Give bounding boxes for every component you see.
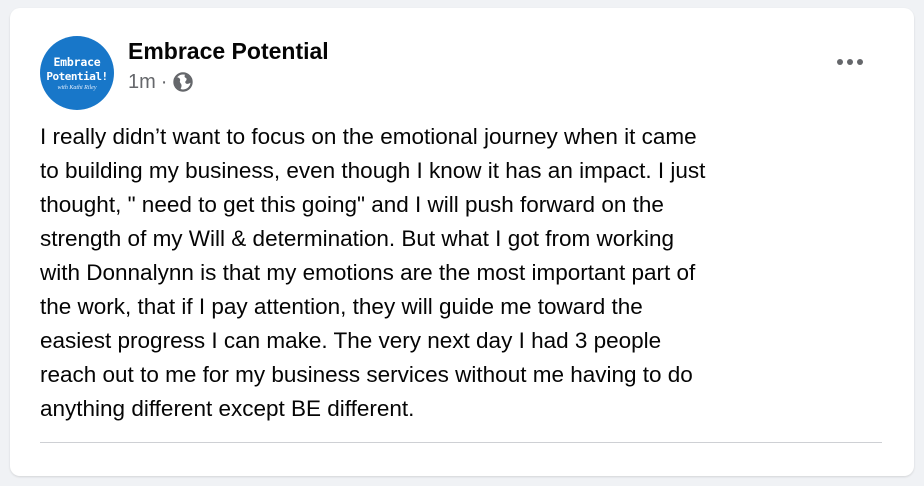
avatar-logo-text-line3: with Kathi Riley — [57, 85, 97, 91]
avatar-logo-text-line2: Potential! — [46, 70, 108, 83]
avatar-logo-text-line1: Embrace — [53, 55, 101, 69]
post-meta: 1m · — [128, 70, 194, 94]
avatar[interactable]: Embrace Potential! with Kathi Riley — [40, 36, 114, 110]
more-options-icon — [837, 59, 863, 65]
divider — [40, 442, 882, 443]
more-options-button[interactable] — [828, 46, 872, 78]
post-card: Embrace Potential! with Kathi Riley Embr… — [10, 8, 914, 476]
post-text: I really didn’t want to focus on the emo… — [40, 124, 706, 421]
globe-icon[interactable] — [173, 72, 194, 92]
post-timestamp[interactable]: 1m — [128, 70, 156, 94]
meta-separator: · — [160, 71, 168, 93]
page-name-link[interactable]: Embrace Potential — [128, 37, 329, 65]
